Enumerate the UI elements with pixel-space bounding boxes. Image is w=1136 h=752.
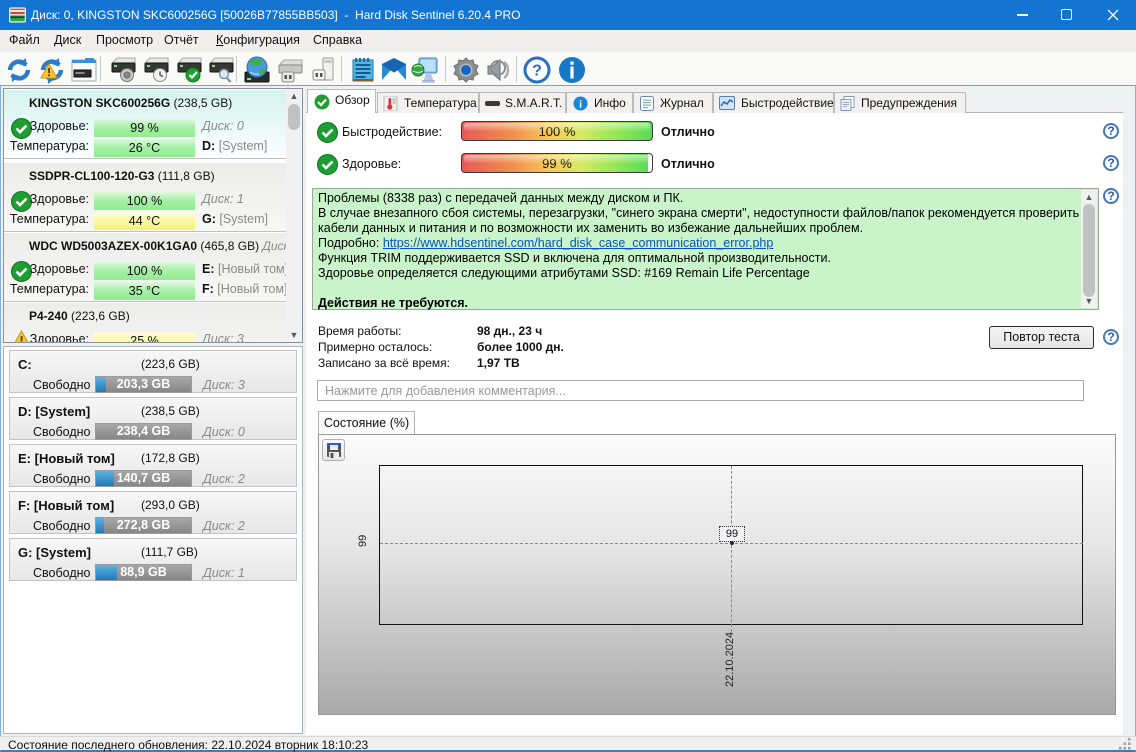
svg-text:?: ? <box>532 63 542 80</box>
svg-text:i: i <box>579 99 582 110</box>
